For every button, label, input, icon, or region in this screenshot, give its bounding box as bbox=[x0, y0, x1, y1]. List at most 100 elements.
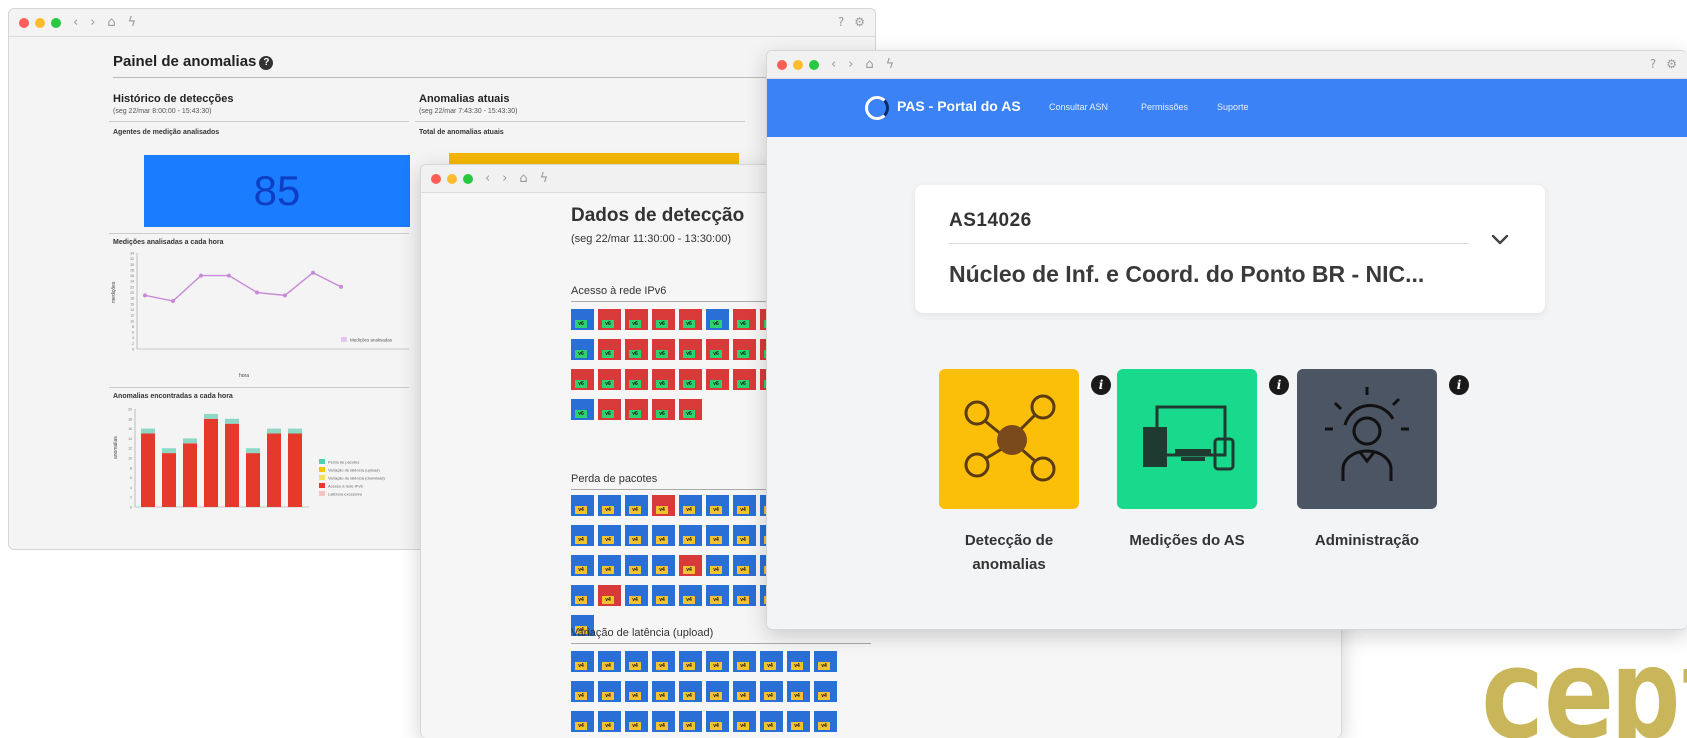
brand-title[interactable]: PAS - Portal do AS bbox=[897, 98, 1021, 114]
agent-status-tile[interactable]: v4 bbox=[679, 495, 702, 516]
info-icon[interactable]: i bbox=[1449, 375, 1469, 395]
agent-status-tile[interactable]: v4 bbox=[598, 585, 621, 606]
agent-status-tile[interactable]: v6 bbox=[571, 399, 594, 420]
agent-status-tile[interactable]: v4 bbox=[733, 711, 756, 732]
agent-status-tile[interactable]: v4 bbox=[733, 495, 756, 516]
agent-status-tile[interactable]: v4 bbox=[733, 651, 756, 672]
agent-status-tile[interactable]: v4 bbox=[787, 681, 810, 702]
nav-consult-asn[interactable]: Consultar ASN bbox=[1049, 102, 1108, 112]
agent-status-tile[interactable]: v6 bbox=[571, 339, 594, 360]
anomaly-detection-tile[interactable] bbox=[939, 369, 1079, 509]
agent-status-tile[interactable]: v4 bbox=[787, 651, 810, 672]
agent-status-tile[interactable]: v4 bbox=[679, 585, 702, 606]
agent-status-tile[interactable]: v6 bbox=[652, 309, 675, 330]
back-icon[interactable]: ‹ bbox=[485, 171, 490, 186]
agent-status-tile[interactable]: v4 bbox=[679, 711, 702, 732]
help-icon[interactable]: ? bbox=[1650, 57, 1656, 71]
close-window-button[interactable] bbox=[777, 59, 787, 70]
agent-status-tile[interactable]: v4 bbox=[625, 651, 648, 672]
forward-icon[interactable]: › bbox=[502, 171, 507, 186]
agent-status-tile[interactable]: v4 bbox=[787, 711, 810, 732]
agent-status-tile[interactable]: v4 bbox=[733, 525, 756, 546]
agent-status-tile[interactable]: v4 bbox=[625, 681, 648, 702]
forward-icon[interactable]: › bbox=[90, 15, 95, 30]
agent-status-tile[interactable]: v4 bbox=[652, 681, 675, 702]
agent-status-tile[interactable]: v6 bbox=[571, 309, 594, 330]
chevron-down-icon[interactable] bbox=[1491, 231, 1509, 249]
home-icon[interactable]: ⌂ bbox=[865, 57, 873, 72]
agent-status-tile[interactable]: v4 bbox=[814, 711, 837, 732]
agent-status-tile[interactable]: v4 bbox=[814, 681, 837, 702]
agent-status-tile[interactable]: v4 bbox=[706, 651, 729, 672]
agent-status-tile[interactable]: v4 bbox=[571, 681, 594, 702]
agent-status-tile[interactable]: v4 bbox=[625, 555, 648, 576]
agent-status-tile[interactable]: v4 bbox=[598, 525, 621, 546]
agent-status-tile[interactable]: v6 bbox=[625, 369, 648, 390]
agent-status-tile[interactable]: v6 bbox=[598, 369, 621, 390]
agent-status-tile[interactable]: v6 bbox=[625, 339, 648, 360]
nav-support[interactable]: Suporte bbox=[1217, 102, 1249, 112]
agent-status-tile[interactable]: v4 bbox=[598, 711, 621, 732]
agent-status-tile[interactable]: v6 bbox=[733, 369, 756, 390]
bolt-icon[interactable]: ϟ bbox=[540, 171, 549, 186]
agent-status-tile[interactable]: v6 bbox=[733, 309, 756, 330]
agent-status-tile[interactable]: v6 bbox=[679, 309, 702, 330]
bolt-icon[interactable]: ϟ bbox=[128, 15, 137, 30]
agent-status-tile[interactable]: v4 bbox=[571, 495, 594, 516]
maximize-window-button[interactable] bbox=[463, 173, 473, 184]
agent-status-tile[interactable]: v6 bbox=[652, 369, 675, 390]
agent-status-tile[interactable]: v4 bbox=[652, 525, 675, 546]
settings-icon[interactable]: ⚙ bbox=[1666, 57, 1677, 71]
agent-status-tile[interactable]: v4 bbox=[733, 681, 756, 702]
agent-status-tile[interactable]: v4 bbox=[571, 585, 594, 606]
close-window-button[interactable] bbox=[431, 173, 441, 184]
agent-status-tile[interactable]: v4 bbox=[760, 651, 783, 672]
agent-status-tile[interactable]: v4 bbox=[571, 525, 594, 546]
agent-status-tile[interactable]: v4 bbox=[652, 651, 675, 672]
agent-status-tile[interactable]: v6 bbox=[598, 309, 621, 330]
agent-status-tile[interactable]: v6 bbox=[706, 309, 729, 330]
help-icon[interactable]: ? bbox=[259, 56, 274, 70]
agent-status-tile[interactable]: v6 bbox=[652, 339, 675, 360]
agent-status-tile[interactable]: v4 bbox=[706, 711, 729, 732]
agent-status-tile[interactable]: v4 bbox=[814, 651, 837, 672]
forward-icon[interactable]: › bbox=[848, 57, 853, 72]
agent-status-tile[interactable]: v4 bbox=[706, 681, 729, 702]
administration-label[interactable]: Administração bbox=[1277, 529, 1457, 553]
as-measurements-label[interactable]: Medições do AS bbox=[1097, 529, 1277, 553]
info-icon[interactable]: i bbox=[1269, 375, 1289, 395]
agent-status-tile[interactable]: v6 bbox=[625, 309, 648, 330]
settings-icon[interactable]: ⚙ bbox=[854, 15, 865, 29]
back-icon[interactable]: ‹ bbox=[831, 57, 836, 72]
agent-status-tile[interactable]: v4 bbox=[679, 555, 702, 576]
agent-status-tile[interactable]: v4 bbox=[625, 495, 648, 516]
close-window-button[interactable] bbox=[19, 17, 29, 28]
agent-status-tile[interactable]: v4 bbox=[706, 585, 729, 606]
agent-status-tile[interactable]: v4 bbox=[733, 555, 756, 576]
agent-status-tile[interactable]: v4 bbox=[679, 651, 702, 672]
nav-permissions[interactable]: Permissões bbox=[1141, 102, 1188, 112]
home-icon[interactable]: ⌂ bbox=[107, 15, 115, 30]
back-icon[interactable]: ‹ bbox=[73, 15, 78, 30]
minimize-window-button[interactable] bbox=[793, 59, 803, 70]
agent-status-tile[interactable]: v4 bbox=[652, 711, 675, 732]
agent-status-tile[interactable]: v6 bbox=[598, 399, 621, 420]
minimize-window-button[interactable] bbox=[447, 173, 457, 184]
agent-status-tile[interactable]: v4 bbox=[571, 651, 594, 672]
agent-status-tile[interactable]: v4 bbox=[652, 495, 675, 516]
agent-status-tile[interactable]: v6 bbox=[679, 339, 702, 360]
maximize-window-button[interactable] bbox=[51, 17, 61, 28]
agent-status-tile[interactable]: v4 bbox=[625, 585, 648, 606]
bolt-icon[interactable]: ϟ bbox=[886, 57, 895, 72]
agent-status-tile[interactable]: v6 bbox=[706, 369, 729, 390]
maximize-window-button[interactable] bbox=[809, 59, 819, 70]
agent-status-tile[interactable]: v6 bbox=[733, 339, 756, 360]
agent-status-tile[interactable]: v4 bbox=[760, 681, 783, 702]
agent-status-tile[interactable]: v4 bbox=[733, 585, 756, 606]
info-icon[interactable]: i bbox=[1091, 375, 1111, 395]
help-icon[interactable]: ? bbox=[838, 15, 844, 29]
agent-status-tile[interactable]: v6 bbox=[706, 339, 729, 360]
agent-status-tile[interactable]: v4 bbox=[571, 555, 594, 576]
as-selector[interactable]: AS14026 Núcleo de Inf. e Coord. do Ponto… bbox=[915, 185, 1545, 313]
agent-status-tile[interactable]: v4 bbox=[625, 525, 648, 546]
